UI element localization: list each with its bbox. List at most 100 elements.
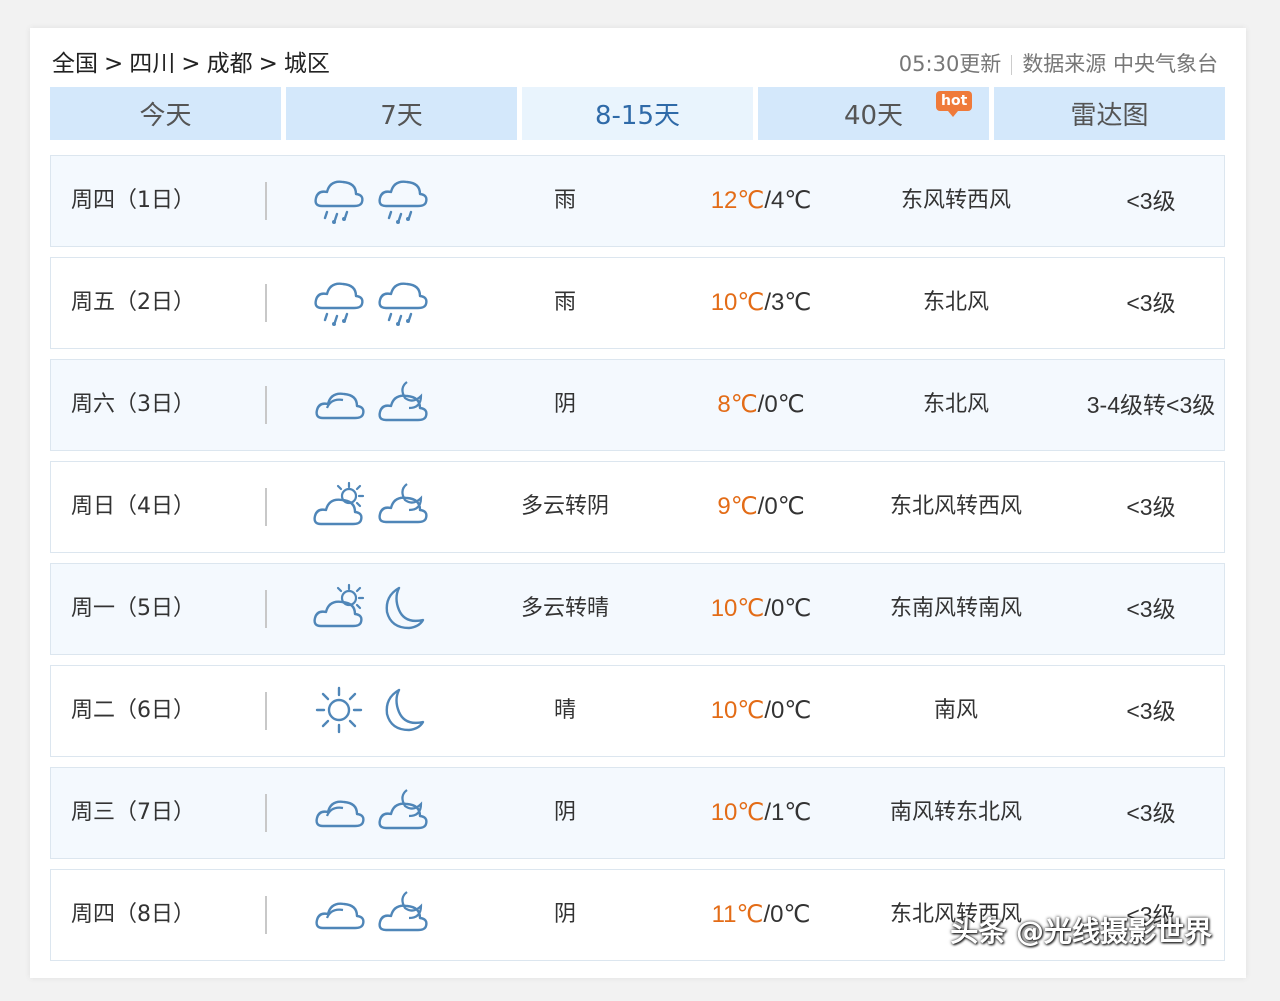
wind-level: <3级	[1126, 188, 1176, 214]
temperature: 9℃/0℃	[671, 462, 851, 552]
wind-direction: 东风转西风	[900, 188, 1011, 213]
forecast-date: 周一（5日）	[71, 596, 195, 621]
meta-divider	[1011, 55, 1013, 75]
temperature: 12℃/4℃	[671, 156, 851, 246]
tab-label: 40天	[843, 101, 904, 131]
sun-icon	[315, 686, 363, 734]
tab-7-days[interactable]: 7天	[286, 87, 517, 140]
rain-icon	[314, 180, 364, 224]
row-divider	[265, 692, 267, 730]
low-temp: /4℃	[764, 187, 812, 214]
high-temp: 11℃	[711, 901, 764, 928]
temperature: 11℃/0℃	[671, 870, 851, 960]
weather-icons	[313, 378, 433, 432]
wind-level: <3级	[1126, 698, 1176, 724]
row-divider	[265, 896, 267, 934]
tab-today[interactable]: 今天	[50, 87, 281, 140]
rain-icon	[378, 282, 428, 326]
weather-icons	[313, 582, 433, 636]
row-divider	[265, 284, 267, 322]
high-temp: 10℃	[710, 799, 765, 826]
temperature: 10℃/0℃	[671, 666, 851, 756]
breadcrumb-item-city[interactable]: 成都	[207, 51, 253, 77]
breadcrumb-item-country[interactable]: 全国	[52, 51, 98, 77]
partly-cloudy-day-icon	[313, 583, 365, 628]
low-temp: /0℃	[764, 595, 812, 622]
weather-icons	[313, 174, 433, 228]
tab-8-15-days[interactable]: 8-15天	[522, 87, 753, 140]
high-temp: 10℃	[710, 697, 765, 724]
tab-40-days[interactable]: 40天 hot	[758, 87, 989, 140]
cloudy-night-icon	[378, 891, 428, 932]
weather-icons	[313, 786, 433, 840]
forecast-date: 周二（6日）	[71, 698, 195, 723]
weather-description: 多云转阴	[520, 494, 609, 519]
temperature: 8℃/0℃	[671, 360, 851, 450]
row-divider	[265, 794, 267, 832]
forecast-row: 周一（5日） 多云转晴 10℃/0℃ 东南风转南风 <3级	[50, 563, 1225, 655]
wind-direction: 南风转东北风	[889, 800, 1022, 825]
temperature: 10℃/3℃	[671, 258, 851, 348]
row-divider	[265, 182, 267, 220]
weather-description: 雨	[553, 290, 576, 315]
watermark: 头条 @光线摄影世界	[950, 915, 1212, 948]
wind-direction: 东北风	[922, 290, 989, 315]
forecast-row: 周三（7日） 阴 10℃/1℃ 南风转东北风 <3级	[50, 767, 1225, 859]
forecast-date: 周六（3日）	[71, 392, 195, 417]
breadcrumb-item-province[interactable]: 四川	[129, 51, 175, 77]
row-divider	[265, 386, 267, 424]
breadcrumb-item-district: 城区	[283, 51, 330, 77]
rain-icon	[378, 180, 428, 224]
update-meta: 05:30更新 数据来源 中央气象台	[899, 46, 1218, 82]
hot-badge: hot	[936, 91, 973, 117]
cloudy-night-icon	[378, 483, 428, 524]
breadcrumb-separator: >	[181, 51, 201, 77]
forecast-row: 周日（4日） 多云转阴 9℃/0℃ 东北风转西风 <3级	[50, 461, 1225, 553]
weather-icons	[313, 276, 433, 330]
moon-icon	[385, 586, 425, 630]
low-temp: /0℃	[757, 493, 805, 520]
breadcrumb: 全国 > 四川 > 成都 > 城区	[52, 46, 330, 82]
low-temp: /1℃	[764, 799, 812, 826]
weather-icons	[313, 684, 433, 738]
overcast-icon	[315, 902, 365, 930]
tab-label: 今天	[139, 101, 192, 131]
partly-cloudy-day-icon	[313, 481, 365, 526]
tab-label: 7天	[380, 101, 423, 131]
forecast-date: 周五（2日）	[71, 290, 195, 315]
overcast-icon	[315, 800, 365, 828]
wind-level: 3-4级转<3级	[1086, 392, 1216, 418]
weather-icons	[313, 888, 433, 942]
forecast-row: 周六（3日） 阴 8℃/0℃ 东北风 3-4级转<3级	[50, 359, 1225, 451]
temperature: 10℃/0℃	[671, 564, 851, 654]
low-temp: /0℃	[764, 697, 812, 724]
weather-description: 多云转晴	[520, 596, 609, 621]
weather-description: 阴	[553, 902, 576, 927]
forecast-row: 周四（1日） 雨 12℃/4℃ 东风转西风 <3级	[50, 155, 1225, 247]
wind-direction: 东北风转西风	[889, 494, 1022, 519]
tab-radar[interactable]: 雷达图	[994, 87, 1225, 140]
weather-description: 雨	[553, 188, 576, 213]
cloudy-night-icon	[378, 381, 428, 422]
wind-direction: 南风	[933, 698, 978, 723]
row-divider	[265, 488, 267, 526]
wind-level: <3级	[1126, 800, 1176, 826]
forecast-tabs: 今天 7天 8-15天 40天 hot 雷达图	[50, 87, 1227, 140]
tab-label: 8-15天	[594, 101, 680, 131]
high-temp: 8℃	[717, 391, 758, 418]
wind-level: <3级	[1126, 596, 1176, 622]
row-divider	[265, 590, 267, 628]
weather-description: 阴	[553, 800, 576, 825]
weather-card: 全国 > 四川 > 成都 > 城区 05:30更新 数据来源 中央气象台 今天 7天 8-15…	[30, 28, 1246, 978]
weather-icons	[313, 480, 433, 534]
data-source: 数据来源 中央气象台	[1022, 52, 1218, 76]
low-temp: /0℃	[763, 901, 811, 928]
weather-description: 阴	[553, 392, 576, 417]
tab-label: 雷达图	[1070, 101, 1149, 131]
overcast-icon	[315, 392, 365, 420]
rain-icon	[314, 282, 364, 326]
high-temp: 12℃	[710, 187, 765, 214]
moon-icon	[385, 688, 425, 732]
low-temp: /0℃	[757, 391, 805, 418]
high-temp: 10℃	[710, 595, 765, 622]
